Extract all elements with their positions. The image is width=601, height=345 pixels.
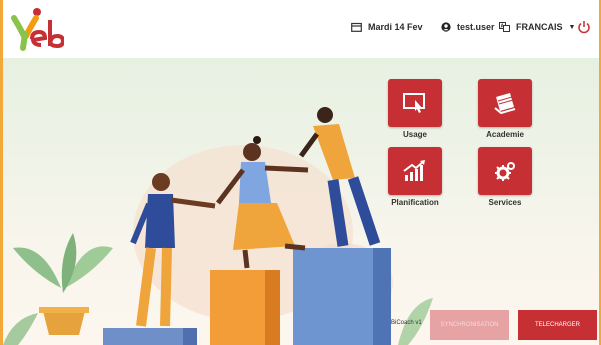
growth-chart-icon — [403, 160, 425, 181]
chevron-down-icon: ▼ — [568, 23, 576, 31]
app-frame: Mardi 14 Fev test.user A FRANCAIS ▼ Usag… — [3, 0, 599, 345]
language-selector[interactable]: A FRANCAIS ▼ — [499, 22, 575, 32]
language-label: FRANCAIS — [516, 22, 563, 32]
touch-screen-icon — [403, 93, 425, 113]
svg-text:A: A — [501, 24, 505, 30]
usage-tile[interactable] — [388, 79, 442, 127]
planification-tile[interactable] — [388, 147, 442, 195]
user-menu[interactable]: test.user — [441, 22, 495, 32]
services-tile[interactable] — [478, 147, 532, 195]
usage-label: Usage — [402, 130, 427, 139]
gears-icon — [495, 162, 515, 181]
top-bar: Mardi 14 Fev test.user A FRANCAIS ▼ — [3, 0, 599, 58]
sync-button[interactable]: SYNCHRONISATION — [430, 310, 509, 340]
books-icon — [494, 93, 516, 115]
services-label: Services — [488, 198, 522, 207]
version-label: BiCoach v1 — [391, 320, 422, 326]
download-button[interactable]: TELECHARGER — [518, 310, 597, 340]
academie-label: Academie — [486, 130, 524, 139]
yeb-logo[interactable] — [8, 6, 64, 52]
date-label: Mardi 14 Fev — [368, 22, 423, 32]
calendar-icon — [351, 22, 362, 32]
academie-tile[interactable] — [478, 79, 532, 127]
username-label: test.user — [457, 22, 495, 32]
date-display: Mardi 14 Fev — [351, 22, 423, 32]
planification-label: Planification — [391, 198, 439, 207]
translate-icon: A — [499, 22, 510, 32]
user-icon — [441, 22, 451, 32]
power-icon[interactable] — [577, 20, 591, 34]
